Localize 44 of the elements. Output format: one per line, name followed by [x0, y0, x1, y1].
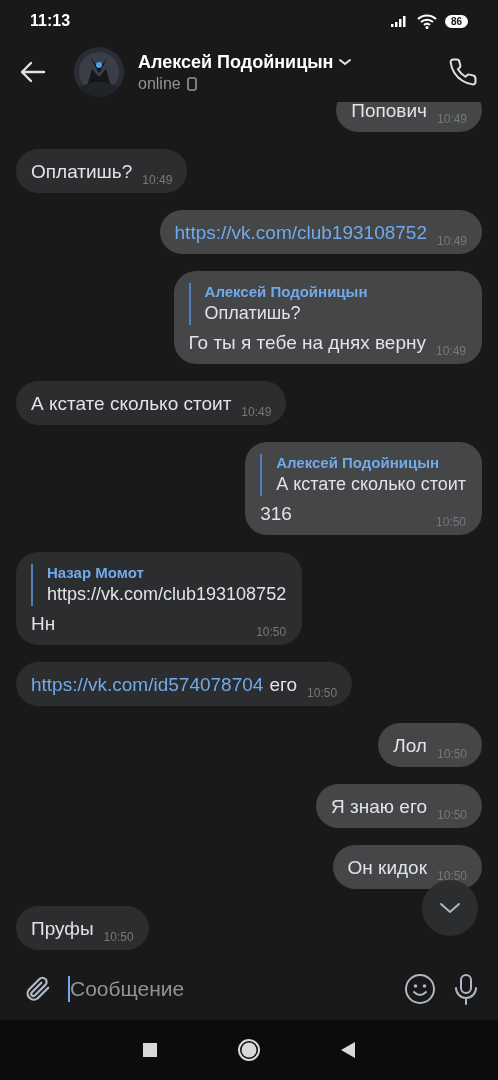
quote-author: Алексей Подойницын — [204, 283, 369, 300]
back-nav-button[interactable] — [341, 1042, 355, 1058]
message-time: 10:50 — [307, 686, 338, 700]
chevron-down-icon — [439, 902, 461, 914]
quote-author: Назар Момот — [47, 564, 145, 581]
contact-name[interactable]: Алексей Подойницын — [138, 51, 334, 73]
quote-text: Оплатишь? — [204, 302, 302, 325]
microphone-icon — [452, 973, 480, 1005]
back-arrow-icon — [20, 61, 46, 83]
call-button[interactable] — [448, 57, 478, 87]
message-text: Я знаю его — [331, 795, 427, 819]
online-status: online — [138, 74, 181, 93]
message-text: А кстате сколько стоит — [31, 392, 232, 416]
message-time: 10:50 — [103, 930, 134, 944]
quote-author: Алексей Подойницын — [276, 454, 441, 471]
message-text: Попович — [351, 102, 427, 123]
message-text: Лол — [393, 734, 427, 758]
chevron-down-icon[interactable] — [337, 57, 352, 67]
wifi-icon — [416, 13, 437, 29]
microphone-button[interactable] — [452, 973, 480, 1005]
message-text: Го ты я тебе на днях верну — [188, 331, 426, 355]
message-text: 316 — [260, 502, 292, 526]
message-text: Пруфы — [31, 917, 94, 941]
message-link[interactable]: https://vk.com/id574078704 — [31, 673, 264, 697]
home-button[interactable] — [237, 1038, 261, 1062]
emoji-button[interactable] — [404, 973, 436, 1005]
smiley-icon — [404, 973, 436, 1005]
message-time: 10:49 — [241, 405, 272, 419]
message-text: Нн — [31, 612, 56, 636]
message-time: 10:49 — [142, 173, 173, 187]
signal-icon — [390, 15, 409, 27]
quote-text: А кстате сколько стоит — [276, 473, 466, 496]
quote-text: https://vk.com/club193108752 — [47, 583, 287, 606]
back-button[interactable] — [20, 61, 46, 83]
battery-level: 86 — [444, 14, 468, 28]
message-input[interactable]: Сообщение — [68, 976, 388, 1002]
message-text: Он кидок — [347, 856, 427, 880]
message-time: 10:50 — [256, 625, 287, 639]
clock: 11:13 — [30, 12, 71, 30]
message-text: Оплатишь? — [31, 160, 133, 184]
phone-device-icon — [186, 76, 197, 91]
message-link[interactable]: https://vk.com/club193108752 — [174, 221, 427, 245]
phone-icon — [448, 57, 478, 87]
message-text: его — [269, 673, 298, 697]
